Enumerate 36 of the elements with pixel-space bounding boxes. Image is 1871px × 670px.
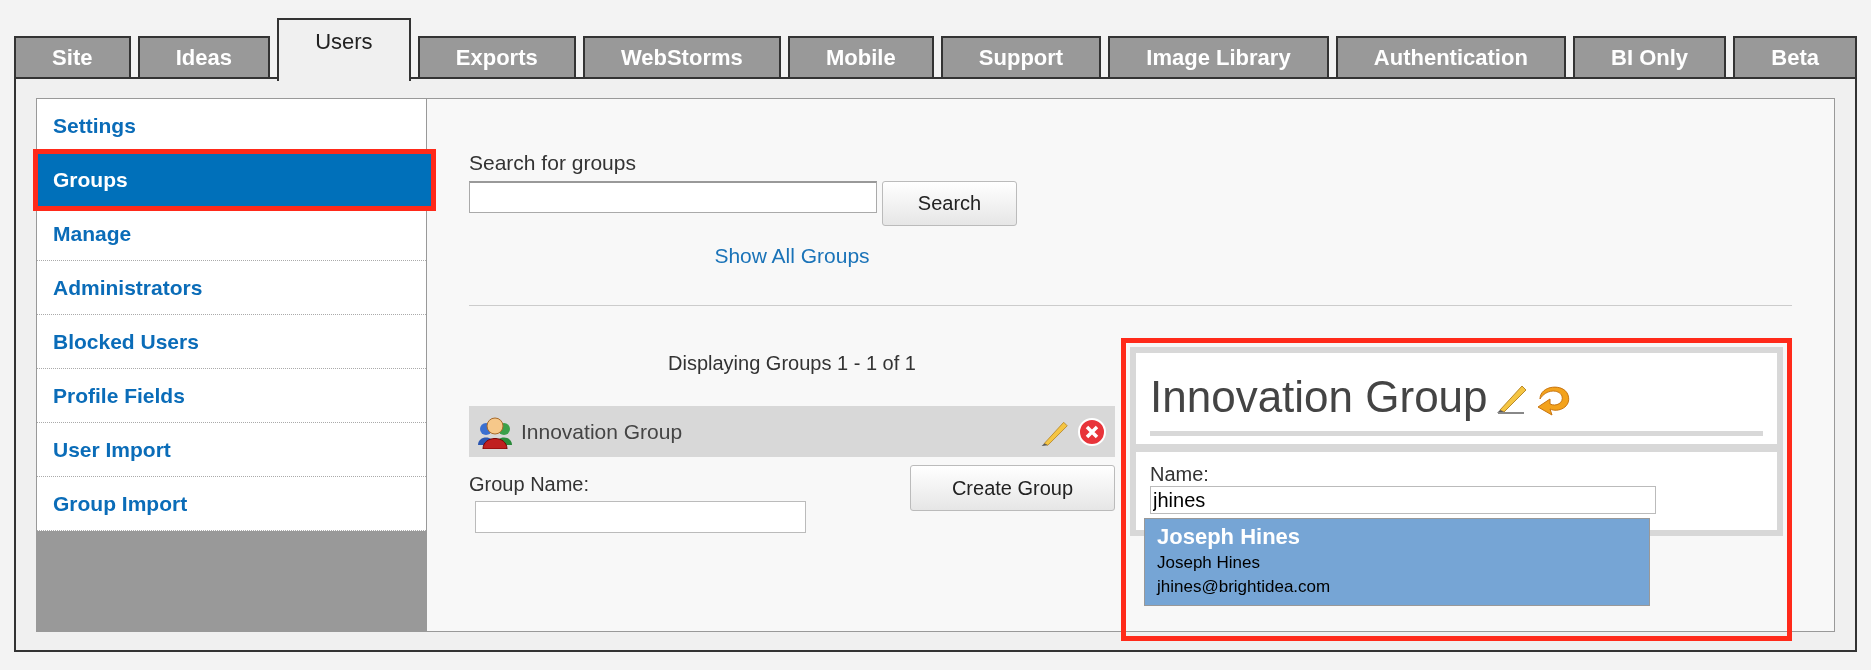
suggestion-name: Joseph Hines	[1157, 552, 1261, 574]
sidebar-item[interactable]: Administrators	[37, 261, 426, 315]
suggestion-item[interactable]: Joseph Hines Joseph Hines jhines@brightidea.com	[1144, 518, 1650, 606]
name-label: Name:	[1150, 462, 1210, 486]
suggestion-title: Joseph Hines	[1157, 523, 1302, 551]
tab[interactable]: Mobile	[787, 36, 934, 79]
suggestion-email: jhines@brightidea.com	[1157, 576, 1332, 598]
sidebar-item[interactable]: Manage	[37, 207, 426, 261]
sidebar-item[interactable]: Group Import	[37, 477, 426, 531]
group-name-label: Group Name:	[469, 472, 591, 497]
name-field[interactable]: jhines	[1150, 486, 1656, 514]
sidebar-item[interactable]: Blocked Users	[37, 315, 426, 369]
group-row[interactable]: Innovation Group	[469, 406, 1115, 457]
search-field[interactable]	[469, 180, 877, 213]
create-group-button[interactable]: Create Group	[910, 465, 1115, 511]
search-button[interactable]: Search	[882, 180, 1017, 226]
search-label: Search for groups	[469, 150, 637, 176]
group-name-field[interactable]	[475, 501, 806, 533]
sidebar-item[interactable]: Profile Fields	[37, 369, 426, 423]
tab[interactable]: Users	[277, 18, 411, 81]
group-title: Innovation Group	[1150, 371, 1488, 423]
people-icon	[477, 414, 513, 449]
tab[interactable]: Support	[940, 36, 1102, 79]
group-name: Innovation Group	[521, 418, 684, 445]
delete-icon[interactable]	[1077, 416, 1107, 447]
tab[interactable]: Site	[14, 36, 131, 79]
show-all-groups-link[interactable]: Show All Groups	[714, 243, 870, 267]
tab[interactable]: Image Library	[1108, 36, 1329, 79]
tab[interactable]: Exports	[417, 36, 576, 79]
sidebar-item[interactable]: User Import	[37, 423, 426, 477]
tab[interactable]: WebStorms	[582, 36, 781, 79]
tab[interactable]: Ideas	[137, 36, 271, 79]
results-summary: Displaying Groups 1 - 1 of 1	[667, 351, 917, 376]
tab[interactable]: BI Only	[1572, 36, 1727, 79]
tab[interactable]: Authentication	[1335, 36, 1566, 79]
tab[interactable]: Beta	[1733, 36, 1858, 79]
